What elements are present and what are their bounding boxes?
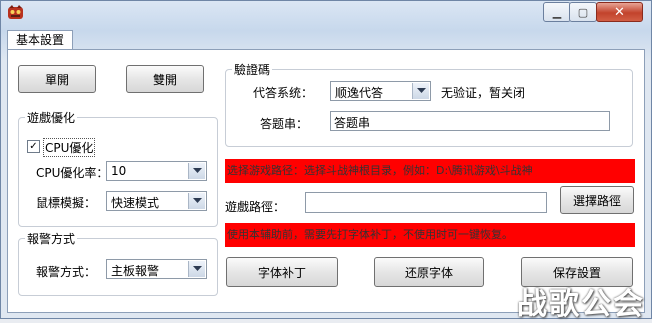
double-open-button[interactable]: 雙開 xyxy=(126,65,204,93)
cpu-rate-value: 10 xyxy=(111,164,127,178)
settings-panel: 單開 雙開 遊戲優化 ✓ CPU優化 CPU優化率： 10 鼠標模擬： 快速模式… xyxy=(7,49,645,313)
answer-system-value: 顺逸代答 xyxy=(335,86,384,100)
answer-code-input[interactable]: 答题串 xyxy=(330,111,610,131)
answer-code-value: 答题串 xyxy=(334,116,371,130)
captcha-group: 驗證碼 代答系统： 顺逸代答 无验证，暂关闭 答题串： 答题串 xyxy=(225,61,633,147)
cpu-rate-label: CPU優化率： xyxy=(36,166,109,180)
cpu-optimize-label: CPU優化 xyxy=(43,138,96,157)
mouse-sim-label: 鼠標模擬： xyxy=(36,196,97,210)
captcha-status-text: 无验证，暂关闭 xyxy=(441,86,526,100)
optimize-group: 遊戲優化 ✓ CPU優化 CPU優化率： 10 鼠標模擬： 快速模式 xyxy=(18,109,218,227)
path-hint-banner: 选择游戏路径：选择斗战神根目录，例如：D:\腾讯游戏\斗战神 xyxy=(225,159,635,183)
watermark-logo: 战歌公会 xyxy=(517,287,645,322)
game-path-label: 遊戲路徑： xyxy=(225,200,286,214)
cpu-rate-select[interactable]: 10 xyxy=(106,161,207,181)
answer-system-label: 代答系统： xyxy=(253,86,314,100)
chevron-down-icon xyxy=(188,261,205,277)
title-bar: ▁ ▢ ✕ xyxy=(1,1,651,25)
font-patch-button[interactable]: 字体补丁 xyxy=(226,257,338,287)
app-logo-icon xyxy=(8,5,23,19)
mouse-sim-value: 快速模式 xyxy=(111,196,160,210)
cpu-optimize-checkbox[interactable]: ✓ xyxy=(27,140,40,153)
minimize-button[interactable]: ▁ xyxy=(543,2,571,22)
alarm-group: 報警方式 報警方式： 主板報警 xyxy=(18,230,218,296)
notice-banner: 使用本辅助前，需要先打字体补丁，不使用时可一键恢复。 xyxy=(225,223,635,247)
main-window: ▁ ▢ ✕ 基本設置 單開 雙開 遊戲優化 ✓ CPU優化 CPU優化率： 10… xyxy=(0,0,652,319)
maximize-button[interactable]: ▢ xyxy=(569,2,597,22)
captcha-group-title: 驗證碼 xyxy=(232,61,273,78)
close-button[interactable]: ✕ xyxy=(596,2,643,22)
alarm-label: 報警方式： xyxy=(36,265,97,279)
select-path-button[interactable]: 選擇路徑 xyxy=(560,186,634,214)
chevron-down-icon xyxy=(188,193,205,209)
game-path-input[interactable] xyxy=(305,192,547,213)
restore-font-button[interactable]: 还原字体 xyxy=(374,257,484,287)
alarm-select[interactable]: 主板報警 xyxy=(106,259,207,279)
answer-code-label: 答题串： xyxy=(260,117,309,131)
answer-system-select[interactable]: 顺逸代答 xyxy=(330,81,431,101)
chevron-down-icon xyxy=(412,83,429,99)
alarm-value: 主板報警 xyxy=(111,264,160,278)
optimize-group-title: 遊戲優化 xyxy=(25,109,78,126)
mouse-sim-select[interactable]: 快速模式 xyxy=(106,191,207,211)
single-open-button[interactable]: 單開 xyxy=(18,65,96,93)
alarm-group-title: 報警方式 xyxy=(25,230,78,247)
tab-basic-settings[interactable]: 基本設置 xyxy=(7,30,73,50)
chevron-down-icon xyxy=(188,163,205,179)
